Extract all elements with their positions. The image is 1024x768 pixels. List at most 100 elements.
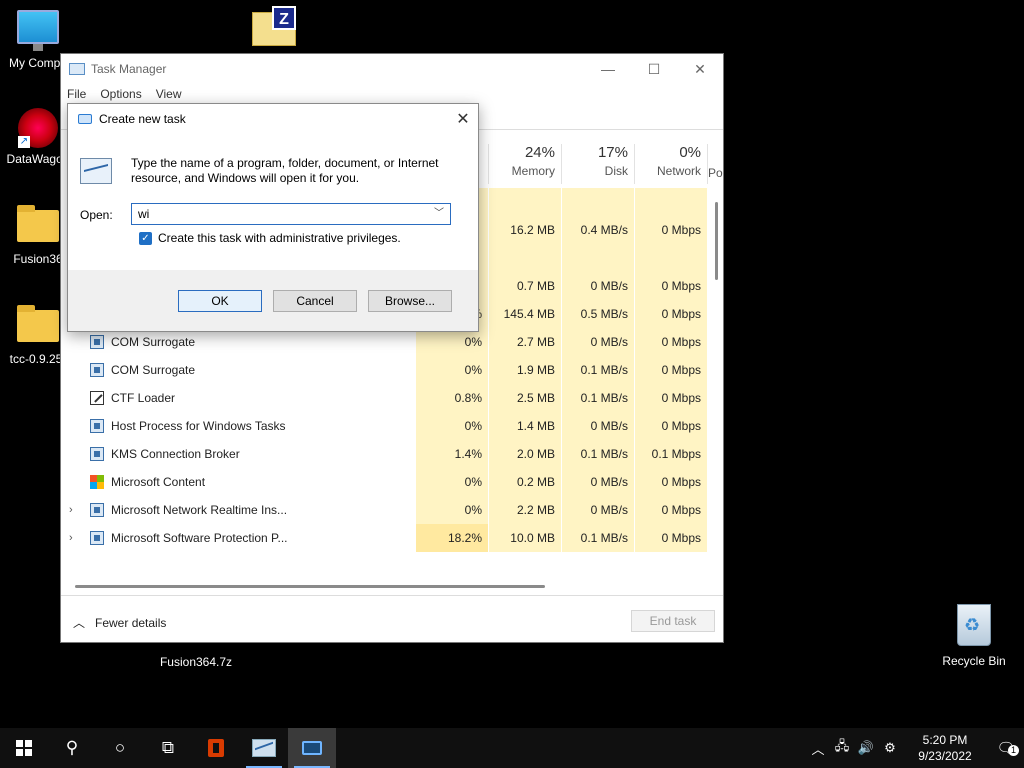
open-combobox[interactable]: wi ﹀ [131, 203, 451, 225]
clock[interactable]: 5:20 PM 9/23/2022 [910, 732, 980, 764]
desktop-icon-zip-folder[interactable]: Z [236, 6, 312, 46]
column-power[interactable]: Po [707, 144, 723, 184]
maximize-button[interactable]: ☐ [631, 54, 677, 84]
disk-value: 0.1 MB/s [580, 531, 628, 545]
process-name: KMS Connection Broker [111, 447, 240, 461]
cpu-value: 0% [464, 419, 482, 433]
task-manager-footer: ︿ Fewer details End task [61, 595, 723, 642]
network-value: 0 Mbps [661, 503, 701, 517]
taskbar-task-manager[interactable] [240, 728, 288, 768]
memory-value: 2.0 MB [516, 447, 555, 461]
run-icon [78, 114, 92, 124]
zip-folder-icon: Z [252, 6, 296, 46]
memory-value [488, 188, 561, 216]
table-row[interactable]: CTF Loader 0.8% 2.5 MB 0.1 MB/s 0 Mbps [61, 384, 707, 412]
memory-value: 1.9 MB [516, 363, 555, 377]
task-view-button[interactable]: ⧉ [144, 728, 192, 768]
cpu-value: 0.8% [454, 391, 482, 405]
vertical-scrollbar[interactable] [715, 202, 718, 280]
task-manager-titlebar[interactable]: Task Manager — ☐ ✕ [61, 54, 723, 84]
network-value [634, 188, 707, 216]
chevron-up-icon[interactable]: ︿ [806, 739, 830, 758]
dialog-description: Type the name of a program, folder, docu… [131, 156, 439, 185]
circle-icon: ○ [114, 738, 126, 757]
open-input-value[interactable]: wi [138, 207, 149, 221]
cpu-value: 0% [464, 363, 482, 377]
table-row[interactable]: › Microsoft Network Realtime Ins... 0% 2.2 … [61, 496, 707, 524]
disk-value: 0.4 MB/s [580, 223, 628, 237]
process-name: COM Surrogate [111, 363, 196, 377]
menu-file[interactable]: File [67, 87, 86, 101]
network-icon[interactable]: 🖧 [830, 737, 854, 759]
cpu-value: 0% [464, 335, 482, 349]
minimize-button[interactable]: — [585, 54, 631, 84]
cortana-button[interactable]: ○ [96, 728, 144, 768]
open-label: Open: [80, 208, 113, 222]
datawagon-icon: ↗ [18, 108, 58, 148]
desktop-icon-fusion-archive[interactable]: Fusion364.7z [156, 651, 236, 669]
computer-icon [17, 10, 59, 51]
taskbar-office[interactable] [192, 728, 240, 768]
volume-icon[interactable]: 🔊 [854, 740, 878, 756]
settings-gear-icon[interactable]: ⚙ [878, 740, 902, 756]
table-row[interactable]: Host Process for Windows Tasks 0% 1.4 MB 0 … [61, 412, 707, 440]
notification-badge: 1 [1008, 745, 1019, 756]
chevron-down-icon[interactable]: ﹀ [431, 204, 447, 224]
window-title: Task Manager [91, 62, 167, 76]
memory-value: 16.2 MB [510, 223, 555, 237]
cancel-button[interactable]: Cancel [273, 290, 357, 312]
dialog-titlebar[interactable]: Create new task ✕ [68, 104, 478, 134]
disk-value: 0 MB/s [590, 335, 628, 349]
folder-icon [17, 305, 59, 342]
admin-checkbox[interactable]: ✓ [139, 231, 152, 245]
disk-value: 0.1 MB/s [580, 363, 628, 377]
create-new-task-dialog: Create new task ✕ Type the name of a pro… [67, 103, 479, 332]
taskbar-run-dialog[interactable] [288, 728, 336, 768]
notification-button[interactable]: 🗨 1 [988, 739, 1024, 757]
process-name: COM Surrogate [111, 335, 196, 349]
fewer-details-button[interactable]: ︿ Fewer details [73, 614, 166, 631]
start-button[interactable] [0, 728, 48, 768]
column-disk[interactable]: 17% Disk [561, 144, 634, 184]
disk-value: 0 MB/s [590, 279, 628, 293]
table-row[interactable]: COM Surrogate 0% 2.7 MB 0 MB/s 0 Mbps [61, 328, 707, 356]
cpu-value: 18.2% [447, 531, 482, 545]
browse-button[interactable]: Browse... [368, 290, 452, 312]
end-task-button[interactable]: End task [631, 610, 715, 632]
process-name: Host Process for Windows Tasks [111, 419, 286, 433]
disk-value: 0.5 MB/s [580, 307, 628, 321]
process-name: Microsoft Content [111, 475, 206, 489]
chevron-up-icon: ︿ [73, 616, 86, 630]
admin-checkbox-label: Create this task with administrative pri… [158, 231, 401, 245]
memory-value: 2.5 MB [516, 391, 555, 405]
folder-icon [17, 205, 59, 242]
close-button[interactable]: ✕ [677, 54, 723, 84]
search-button[interactable]: ⚲ [48, 728, 96, 768]
task-manager-app-icon [69, 63, 85, 75]
recycle-bin-icon [957, 604, 991, 646]
horizontal-scrollbar[interactable] [75, 585, 545, 588]
table-row[interactable]: COM Surrogate 0% 1.9 MB 0.1 MB/s 0 Mbps [61, 356, 707, 384]
column-network[interactable]: 0% Network [634, 144, 707, 184]
desktop-icon-recycle-bin[interactable]: Recycle Bin [936, 604, 1012, 668]
dialog-body: Type the name of a program, folder, docu… [68, 134, 478, 270]
memory-value: 0.7 MB [516, 279, 555, 293]
disk-value: 0 MB/s [590, 503, 628, 517]
network-value: 0 Mbps [661, 475, 701, 489]
table-row[interactable]: KMS Connection Broker 1.4% 2.0 MB 0.1 MB/s 0… [61, 440, 707, 468]
table-row[interactable]: › Microsoft Software Protection P... 18.2%… [61, 524, 707, 552]
windows-logo-icon [16, 740, 32, 756]
ok-button[interactable]: OK [178, 290, 262, 312]
menu-view[interactable]: View [156, 87, 182, 101]
network-value: 0 Mbps [661, 335, 701, 349]
admin-privileges-option[interactable]: ✓ Create this task with administrative p… [139, 231, 401, 245]
table-row[interactable]: Microsoft Content 0% 0.2 MB 0 MB/s 0 Mbps [61, 468, 707, 496]
menu-options[interactable]: Options [100, 87, 141, 101]
column-memory[interactable]: 24% Memory [488, 144, 561, 184]
network-value: 0 Mbps [661, 363, 701, 377]
clock-time: 5:20 PM [922, 733, 968, 747]
dialog-close-button[interactable]: ✕ [448, 109, 478, 129]
network-value: 0 Mbps [661, 419, 701, 433]
desktop-icon-label: Recycle Bin [942, 654, 1006, 668]
cpu-value: 0% [464, 475, 482, 489]
